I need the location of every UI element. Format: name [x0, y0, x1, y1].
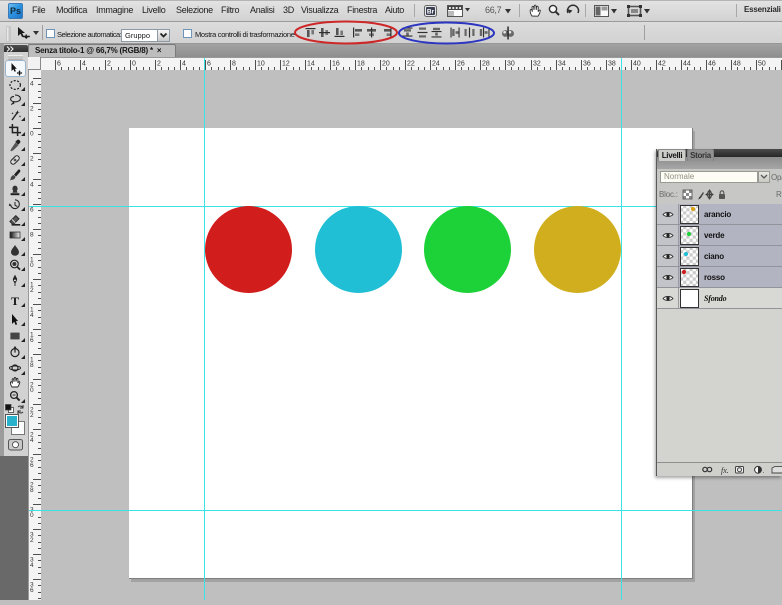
- svg-text:T: T: [11, 294, 19, 308]
- svg-text:4: 4: [30, 312, 34, 319]
- svg-text:0: 0: [30, 387, 34, 394]
- svg-text:4: 4: [30, 562, 34, 569]
- svg-text:2: 2: [30, 412, 34, 419]
- svg-text:0: 0: [30, 512, 34, 519]
- svg-text:6: 6: [30, 587, 34, 594]
- svg-text:6: 6: [30, 207, 34, 214]
- svg-text:6: 6: [30, 337, 34, 344]
- svg-text:8: 8: [30, 232, 34, 239]
- svg-text:8: 8: [30, 487, 34, 494]
- svg-text:.: .: [763, 468, 765, 475]
- svg-text:2: 2: [30, 156, 34, 163]
- svg-text:4: 4: [30, 437, 34, 444]
- svg-text:0: 0: [30, 262, 34, 269]
- svg-text:2: 2: [30, 537, 34, 544]
- svg-text:2: 2: [30, 106, 34, 113]
- svg-text:8: 8: [30, 362, 34, 369]
- svg-text:6: 6: [30, 462, 34, 469]
- svg-text:0: 0: [30, 131, 34, 138]
- svg-text:4: 4: [30, 81, 34, 88]
- svg-text:4: 4: [30, 182, 34, 189]
- svg-text:fx.: fx.: [721, 466, 729, 475]
- svg-text:2: 2: [30, 287, 34, 294]
